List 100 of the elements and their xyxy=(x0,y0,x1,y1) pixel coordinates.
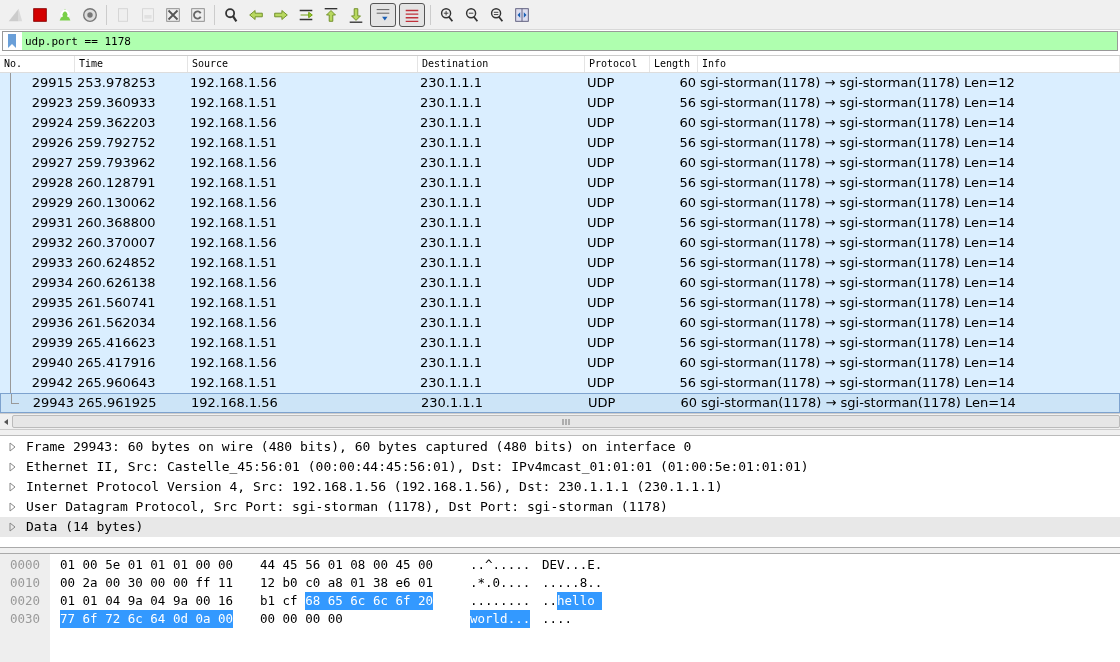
packet-row[interactable]: 29943 265.961925 192.168.1.56 230.1.1.1 UDP 60 sgi-storman(1178) → sgi-storman(1178) Len=14 xyxy=(0,393,1120,413)
zoom-out-icon xyxy=(463,5,481,24)
table-cell-text: 253.978253 xyxy=(76,74,157,93)
table-cell-text: UDP xyxy=(586,194,616,213)
column-header[interactable]: Source xyxy=(188,56,418,72)
table-cell-text: 265.961925 xyxy=(77,394,158,413)
table-cell-text: 192.168.1.51 xyxy=(189,134,278,153)
table-cell-text: 60 xyxy=(678,114,697,133)
table-cell-text: sgi-storman(1178) → sgi-storman(1178) Len=14 xyxy=(699,174,1016,193)
table-cell-text: 29929 xyxy=(30,194,74,213)
packet-row[interactable]: 29939 265.416623 192.168.1.51 230.1.1.1 UDP 56 sgi-storman(1178) → sgi-storman(1178) Len=14 xyxy=(0,333,1120,353)
hex-bytes[interactable]: 01 00 5e 01 01 01 00 00 xyxy=(60,556,260,574)
table-cell-text: 29926 xyxy=(30,134,74,153)
horizontal-scrollbar[interactable] xyxy=(0,413,1120,430)
scrollbar-thumb[interactable] xyxy=(12,415,1120,428)
packet-row[interactable]: 29929 260.130062 192.168.1.56 230.1.1.1 UDP 60 sgi-storman(1178) → sgi-storman(1178) Len=14 xyxy=(0,193,1120,213)
table-cell-text: 261.562034 xyxy=(76,314,157,333)
table-cell-text: 192.168.1.56 xyxy=(189,354,278,373)
table-cell-text: UDP xyxy=(586,114,616,133)
column-header[interactable]: Time xyxy=(75,56,188,72)
column-header[interactable]: Length xyxy=(650,56,698,72)
packet-row[interactable]: 29940 265.417916 192.168.1.56 230.1.1.1 UDP 60 sgi-storman(1178) → sgi-storman(1178) Len=14 xyxy=(0,353,1120,373)
table-cell-text: UDP xyxy=(586,254,616,273)
table-cell-text: sgi-storman(1178) → sgi-storman(1178) Len=14 xyxy=(699,114,1016,133)
column-header[interactable]: Destination xyxy=(418,56,585,72)
column-header[interactable]: Info xyxy=(698,56,1120,72)
table-cell-text: 29943 xyxy=(31,394,75,413)
table-cell-text: 56 xyxy=(678,174,697,193)
stop-icon xyxy=(31,5,49,24)
table-cell-text: 29932 xyxy=(30,234,74,253)
ascii-text[interactable]: .*.0.... xyxy=(470,574,542,592)
hex-bytes[interactable]: 00 2a 00 30 00 00 ff 11 xyxy=(60,574,260,592)
table-cell-text: 56 xyxy=(678,254,697,273)
ascii-text[interactable]: DEV...E. xyxy=(542,556,622,574)
ascii-text[interactable]: ........ xyxy=(470,592,542,610)
packet-row[interactable]: 29942 265.960643 192.168.1.51 230.1.1.1 UDP 56 sgi-storman(1178) → sgi-storman(1178) Len=14 xyxy=(0,373,1120,393)
table-cell-text: 230.1.1.1 xyxy=(419,154,484,173)
packet-row[interactable]: 29932 260.370007 192.168.1.56 230.1.1.1 UDP 60 sgi-storman(1178) → sgi-storman(1178) Len=14 xyxy=(0,233,1120,253)
table-cell-text: 56 xyxy=(678,294,697,313)
table-cell-text: 29936 xyxy=(30,314,74,333)
toolbar-button[interactable] xyxy=(370,2,396,27)
table-cell-text: UDP xyxy=(586,374,616,393)
table-cell-text: 29933 xyxy=(30,254,74,273)
grip-icon xyxy=(561,417,571,426)
detail-row[interactable]: Ethernet II, Src: Castelle_45:56:01 (00:00:44:45:56:01), Dst: IPv4mcast_01:01:01 (01:00:5e:01:01:01) xyxy=(0,457,1120,477)
table-cell-text: 265.416623 xyxy=(76,334,157,353)
hex-bytes[interactable]: 12 b0 c0 a8 01 38 e6 01 xyxy=(260,574,470,592)
table-cell-text: 260.128791 xyxy=(76,174,157,193)
table-cell-text: UDP xyxy=(586,214,616,233)
table-cell-text: 230.1.1.1 xyxy=(419,74,484,93)
offset-label: 0000 xyxy=(10,556,42,574)
packet-row[interactable]: 29933 260.624852 192.168.1.51 230.1.1.1 UDP 56 sgi-storman(1178) → sgi-storman(1178) Len=14 xyxy=(0,253,1120,273)
table-cell-text: 60 xyxy=(678,74,697,93)
detail-row[interactable]: Internet Protocol Version 4, Src: 192.168.1.56 (192.168.1.56), Dst: 230.1.1.1 (230.1.1.1) xyxy=(0,477,1120,497)
table-cell-text: 230.1.1.1 xyxy=(419,134,484,153)
table-cell-text: 29931 xyxy=(30,214,74,233)
table-cell-text: 29927 xyxy=(30,154,74,173)
table-cell-text: sgi-storman(1178) → sgi-storman(1178) Len=14 xyxy=(699,294,1016,313)
detail-row[interactable]: Data (14 bytes) xyxy=(0,517,1120,537)
table-cell-text: 230.1.1.1 xyxy=(419,214,484,233)
table-cell-text: 259.360933 xyxy=(76,94,157,113)
table-cell-text: 265.960643 xyxy=(76,374,157,393)
table-cell-text: 265.417916 xyxy=(76,354,157,373)
table-cell-text: 29915 xyxy=(30,74,74,93)
packet-row[interactable]: 29927 259.793962 192.168.1.56 230.1.1.1 UDP 60 sgi-storman(1178) → sgi-storman(1178) Len=14 xyxy=(0,153,1120,173)
hex-bytes[interactable]: 00 00 00 00 xyxy=(260,610,470,628)
packet-row[interactable]: 29915 253.978253 192.168.1.56 230.1.1.1 UDP 60 sgi-storman(1178) → sgi-storman(1178) Len=12 xyxy=(0,73,1120,93)
column-header[interactable]: No. xyxy=(0,56,75,72)
zoom-reset-icon xyxy=(488,5,506,24)
detail-row[interactable]: User Datagram Protocol, Src Port: sgi-storman (1178), Dst Port: sgi-storman (1178) xyxy=(0,497,1120,517)
table-cell-text: 192.168.1.51 xyxy=(189,174,278,193)
table-cell-text: 56 xyxy=(678,94,697,113)
table-cell-text: UDP xyxy=(587,394,617,413)
table-cell-text: 230.1.1.1 xyxy=(419,174,484,193)
packet-row[interactable]: 29934 260.626138 192.168.1.56 230.1.1.1 UDP 60 sgi-storman(1178) → sgi-storman(1178) Len=14 xyxy=(0,273,1120,293)
hex-bytes[interactable]: 01 01 04 9a 04 9a 00 16 xyxy=(60,592,260,610)
table-cell-text: 260.370007 xyxy=(76,234,157,253)
packet-row[interactable]: 29935 261.560741 192.168.1.51 230.1.1.1 UDP 56 sgi-storman(1178) → sgi-storman(1178) Len=14 xyxy=(0,293,1120,313)
table-cell-text: sgi-storman(1178) → sgi-storman(1178) Len=14 xyxy=(699,94,1016,113)
column-header[interactable]: Protocol xyxy=(585,56,650,72)
ascii-text[interactable]: ..^..... xyxy=(470,556,542,574)
packet-row[interactable]: 29936 261.562034 192.168.1.56 230.1.1.1 UDP 60 sgi-storman(1178) → sgi-storman(1178) Len=14 xyxy=(0,313,1120,333)
packet-row[interactable]: 29928 260.128791 192.168.1.51 230.1.1.1 UDP 56 sgi-storman(1178) → sgi-storman(1178) Len=14 xyxy=(0,173,1120,193)
toolbar-button[interactable] xyxy=(399,2,425,27)
ascii-text[interactable]: .....8.. xyxy=(542,574,622,592)
table-cell-text: 60 xyxy=(679,394,698,413)
ascii-text[interactable]: .... xyxy=(542,610,622,628)
packet-row[interactable]: 29931 260.368800 192.168.1.51 230.1.1.1 UDP 56 sgi-storman(1178) → sgi-storman(1178) Len=14 xyxy=(0,213,1120,233)
table-cell-text: 230.1.1.1 xyxy=(419,254,484,273)
table-cell-text: UDP xyxy=(586,174,616,193)
hex-bytes[interactable]: 44 45 56 01 08 00 45 00 xyxy=(260,556,470,574)
table-cell-text: 56 xyxy=(678,214,697,233)
detail-row[interactable]: Frame 29943: 60 bytes on wire (480 bits), 60 bytes captured (480 bits) on interface 0 xyxy=(0,437,1120,457)
table-cell-text: 192.168.1.56 xyxy=(189,234,278,253)
packet-row[interactable]: 29924 259.362203 192.168.1.56 230.1.1.1 UDP 60 sgi-storman(1178) → sgi-storman(1178) Len=14 xyxy=(0,113,1120,133)
packet-row[interactable]: 29923 259.360933 192.168.1.51 230.1.1.1 UDP 56 sgi-storman(1178) → sgi-storman(1178) Len=14 xyxy=(0,93,1120,113)
packet-row[interactable]: 29926 259.792752 192.168.1.51 230.1.1.1 UDP 56 sgi-storman(1178) → sgi-storman(1178) Len=14 xyxy=(0,133,1120,153)
table-cell-text: UDP xyxy=(586,334,616,353)
table-cell-text: sgi-storman(1178) → sgi-storman(1178) Len=14 xyxy=(699,374,1016,393)
table-cell-text: sgi-storman(1178) → sgi-storman(1178) Len=14 xyxy=(700,394,1017,413)
